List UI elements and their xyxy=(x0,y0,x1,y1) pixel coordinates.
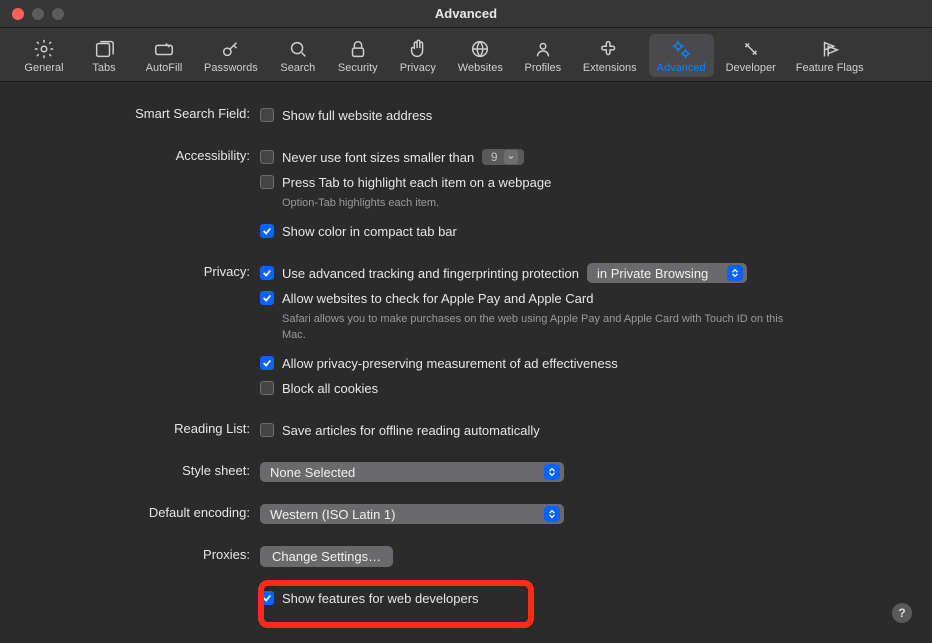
window-title: Advanced xyxy=(0,6,932,21)
tracking-scope-value: in Private Browsing xyxy=(597,266,721,281)
tab-label: General xyxy=(24,62,63,74)
min-font-value: 9 xyxy=(488,150,500,164)
preferences-content: Smart Search Field: Show full website ad… xyxy=(0,82,932,631)
tab-tabs[interactable]: Tabs xyxy=(76,34,132,77)
tab-profiles[interactable]: Profiles xyxy=(515,34,571,77)
tab-label: Passwords xyxy=(204,62,258,74)
hand-icon xyxy=(407,38,429,60)
lock-icon xyxy=(347,38,369,60)
tab-privacy[interactable]: Privacy xyxy=(390,34,446,77)
wrench-icon xyxy=(740,38,762,60)
save-offline-label: Save articles for offline reading automa… xyxy=(282,423,540,438)
change-settings-button[interactable]: Change Settings… xyxy=(260,546,393,567)
encoding-popup[interactable]: Western (ISO Latin 1) xyxy=(260,504,564,524)
pencil-icon xyxy=(153,38,175,60)
puzzle-icon xyxy=(599,38,621,60)
tab-label: Websites xyxy=(458,62,503,74)
person-icon xyxy=(532,38,554,60)
tab-label: Feature Flags xyxy=(796,62,864,74)
tab-label: Extensions xyxy=(583,62,637,74)
encoding-value: Western (ISO Latin 1) xyxy=(270,507,538,522)
popup-arrows-icon xyxy=(544,464,560,480)
popup-arrows-icon xyxy=(544,506,560,522)
applepay-label: Allow websites to check for Apple Pay an… xyxy=(282,291,593,306)
proxies-label: Proxies: xyxy=(30,545,260,562)
show-full-address-checkbox[interactable] xyxy=(260,108,274,122)
press-tab-checkbox[interactable] xyxy=(260,175,274,189)
tab-search[interactable]: Search xyxy=(270,34,326,77)
tab-extensions[interactable]: Extensions xyxy=(575,34,645,77)
press-tab-hint: Option-Tab highlights each item. xyxy=(282,196,802,211)
tab-label: Security xyxy=(338,62,378,74)
compact-color-label: Show color in compact tab bar xyxy=(282,224,457,239)
preferences-toolbar: General Tabs AutoFill Passwords Search S… xyxy=(0,28,932,82)
tracking-label: Use advanced tracking and fingerprinting… xyxy=(282,266,579,281)
compact-color-checkbox[interactable] xyxy=(260,224,274,238)
tab-label: Privacy xyxy=(400,62,436,74)
key-icon xyxy=(220,38,242,60)
show-full-address-label: Show full website address xyxy=(282,108,432,123)
tab-developer[interactable]: Developer xyxy=(718,34,784,77)
globe-icon xyxy=(469,38,491,60)
accessibility-label: Accessibility: xyxy=(30,146,260,163)
applepay-hint: Safari allows you to make purchases on t… xyxy=(282,312,802,343)
tracking-scope-popup[interactable]: in Private Browsing xyxy=(587,263,747,283)
tab-label: AutoFill xyxy=(146,62,183,74)
search-icon xyxy=(287,38,309,60)
min-font-stepper[interactable]: 9 xyxy=(482,149,524,165)
ad-measurement-label: Allow privacy-preserving measurement of … xyxy=(282,356,618,371)
gears-icon xyxy=(670,38,692,60)
gear-icon xyxy=(33,38,55,60)
ad-measurement-checkbox[interactable] xyxy=(260,356,274,370)
tab-advanced[interactable]: Advanced xyxy=(649,34,714,77)
stylesheet-value: None Selected xyxy=(270,465,538,480)
tab-general[interactable]: General xyxy=(16,34,72,77)
block-cookies-label: Block all cookies xyxy=(282,381,378,396)
block-cookies-checkbox[interactable] xyxy=(260,381,274,395)
encoding-label: Default encoding: xyxy=(30,503,260,520)
stylesheet-label: Style sheet: xyxy=(30,461,260,478)
tabs-icon xyxy=(93,38,115,60)
applepay-checkbox[interactable] xyxy=(260,291,274,305)
flag-icon xyxy=(819,38,841,60)
chevron-down-icon xyxy=(504,150,518,164)
tab-label: Advanced xyxy=(657,62,706,74)
tab-websites[interactable]: Websites xyxy=(450,34,511,77)
tab-passwords[interactable]: Passwords xyxy=(196,34,266,77)
help-button[interactable]: ? xyxy=(892,603,912,623)
min-font-label: Never use font sizes smaller than xyxy=(282,150,474,165)
tab-label: Developer xyxy=(726,62,776,74)
tab-feature-flags[interactable]: Feature Flags xyxy=(788,34,872,77)
tab-label: Search xyxy=(280,62,315,74)
tab-label: Tabs xyxy=(92,62,115,74)
tab-autofill[interactable]: AutoFill xyxy=(136,34,192,77)
min-font-checkbox[interactable] xyxy=(260,150,274,164)
privacy-label: Privacy: xyxy=(30,262,260,279)
tab-label: Profiles xyxy=(525,62,562,74)
tab-security[interactable]: Security xyxy=(330,34,386,77)
smart-search-label: Smart Search Field: xyxy=(30,104,260,121)
stylesheet-popup[interactable]: None Selected xyxy=(260,462,564,482)
show-dev-features-checkbox[interactable] xyxy=(260,591,274,605)
reading-list-label: Reading List: xyxy=(30,419,260,436)
show-dev-features-label: Show features for web developers xyxy=(282,591,479,606)
titlebar: Advanced xyxy=(0,0,932,28)
tracking-checkbox[interactable] xyxy=(260,266,274,280)
press-tab-label: Press Tab to highlight each item on a we… xyxy=(282,175,551,190)
save-offline-checkbox[interactable] xyxy=(260,423,274,437)
popup-arrows-icon xyxy=(727,265,743,281)
